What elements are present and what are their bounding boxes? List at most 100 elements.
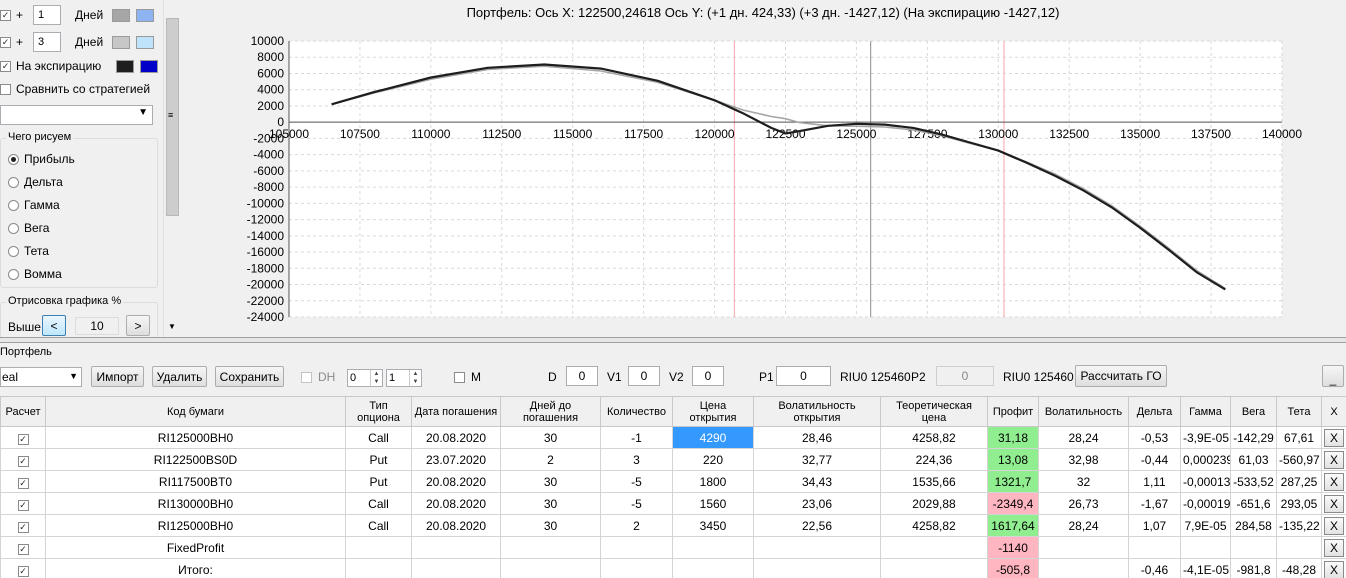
option-type-cell[interactable]: Put xyxy=(345,448,412,471)
table-row[interactable]: ✓ Итого: -505,8 -0,46 -4,1E-05 -981,8 -48,28 X xyxy=(0,558,1346,578)
color-swatch-1[interactable] xyxy=(112,35,131,49)
strategy-select[interactable]: ▼ xyxy=(0,105,153,125)
color-swatch-2[interactable] xyxy=(140,59,159,73)
delta-cell[interactable]: -1,67 xyxy=(1128,492,1181,515)
radio-theta[interactable]: Тета xyxy=(8,241,49,261)
m-checkbox[interactable] xyxy=(454,371,465,383)
open-volatility-cell[interactable]: 22,56 xyxy=(753,514,881,537)
calc-cell[interactable]: ✓ xyxy=(0,558,46,578)
volatility-cell[interactable]: 28,24 xyxy=(1038,514,1129,537)
open-volatility-cell[interactable]: 23,06 xyxy=(753,492,881,515)
security-code-cell[interactable]: RI122500BS0D xyxy=(45,448,346,471)
option-type-cell[interactable]: Call xyxy=(345,514,412,537)
quantity-cell[interactable] xyxy=(600,536,673,559)
calc-cell[interactable]: ✓ xyxy=(0,492,46,515)
column-header[interactable]: Цена открытия xyxy=(672,396,754,427)
calc-checkbox[interactable]: ✓ xyxy=(17,433,29,445)
expiry-date-cell[interactable] xyxy=(411,536,501,559)
profit-cell[interactable]: -2349,4 xyxy=(987,492,1039,515)
calc-checkbox[interactable]: ✓ xyxy=(17,477,29,489)
quantity-cell[interactable]: 2 xyxy=(600,514,673,537)
quantity-cell[interactable] xyxy=(600,558,673,578)
d-input[interactable]: 0 xyxy=(566,366,598,386)
option-type-cell[interactable] xyxy=(345,536,412,559)
plus-1-day-checkbox[interactable]: ✓ xyxy=(0,9,11,21)
table-row[interactable]: ✓ RI117500BT0 Put 20.08.2020 30 -5 1800 34,43 15… xyxy=(0,470,1346,493)
expiry-date-cell[interactable]: 20.08.2020 xyxy=(411,470,501,493)
increase-button[interactable]: > xyxy=(126,315,150,336)
security-code-cell[interactable]: RI117500BT0 xyxy=(45,470,346,493)
calc-checkbox[interactable]: ✓ xyxy=(17,521,29,533)
calc-cell[interactable]: ✓ xyxy=(0,514,46,537)
column-header[interactable]: Волатильность xyxy=(1038,396,1129,427)
splitter[interactable] xyxy=(0,337,1346,343)
gamma-cell[interactable]: -3,9E-05 xyxy=(1180,426,1231,449)
expiration-checkbox[interactable]: ✓ xyxy=(0,60,11,72)
quantity-cell[interactable]: -5 xyxy=(600,492,673,515)
days-to-expiry-cell[interactable]: 30 xyxy=(500,470,601,493)
volatility-cell[interactable]: 26,73 xyxy=(1038,492,1129,515)
calc-go-button[interactable]: Рассчитать ГО xyxy=(1075,365,1167,387)
theta-cell[interactable]: 287,25 xyxy=(1276,470,1322,493)
column-header[interactable]: X xyxy=(1321,396,1346,427)
dh-checkbox[interactable] xyxy=(301,371,312,383)
save-button[interactable]: Сохранить xyxy=(215,366,284,387)
volatility-cell[interactable]: 32,98 xyxy=(1038,448,1129,471)
radio-gamma[interactable]: Гамма xyxy=(8,195,60,215)
plus-3-days-checkbox[interactable]: ✓ xyxy=(0,36,11,48)
calc-checkbox[interactable]: ✓ xyxy=(17,543,29,555)
column-header[interactable]: Волатильность открытия xyxy=(753,396,881,427)
theta-cell[interactable] xyxy=(1276,536,1322,559)
days-input[interactable]: 1 xyxy=(33,5,62,25)
table-row[interactable]: ✓ RI125000BH0 Call 20.08.2020 30 -1 4290 28,46 4… xyxy=(0,426,1346,449)
profit-cell[interactable]: -1140 xyxy=(987,536,1039,559)
vega-cell[interactable]: -981,8 xyxy=(1230,558,1277,578)
expiry-date-cell[interactable] xyxy=(411,558,501,578)
column-header[interactable]: Гамма xyxy=(1180,396,1231,427)
mode-select[interactable]: eal ▼ xyxy=(0,366,82,388)
minimize-button[interactable]: _ xyxy=(1322,365,1344,387)
p2-input[interactable]: 0 xyxy=(936,366,994,386)
theta-cell[interactable]: 67,61 xyxy=(1276,426,1322,449)
table-row[interactable]: ✓ RI130000BH0 Call 20.08.2020 30 -5 1560 23,06 2… xyxy=(0,492,1346,515)
expiry-date-cell[interactable]: 20.08.2020 xyxy=(411,492,501,515)
column-header[interactable]: Код бумаги xyxy=(45,396,346,427)
radio-vomma[interactable]: Вомма xyxy=(8,264,62,284)
v1-input[interactable]: 0 xyxy=(628,366,660,386)
remove-row-button[interactable]: X xyxy=(1324,428,1344,447)
left-panel-scrollbar[interactable]: ≡ ▼ xyxy=(163,0,180,337)
spinner-1[interactable]: 0 ▲ ▼ xyxy=(347,367,383,389)
open-price-cell[interactable]: 220 xyxy=(672,448,754,471)
percent-value[interactable]: 10 xyxy=(75,317,119,335)
vega-cell[interactable]: 61,03 xyxy=(1230,448,1277,471)
open-volatility-cell[interactable] xyxy=(753,536,881,559)
open-price-cell[interactable]: 1560 xyxy=(672,492,754,515)
days-to-expiry-cell[interactable]: 30 xyxy=(500,514,601,537)
remove-row-button[interactable]: X xyxy=(1324,560,1344,578)
remove-row-button[interactable]: X xyxy=(1324,538,1344,557)
calc-checkbox[interactable]: ✓ xyxy=(17,499,29,511)
table-row[interactable]: ✓ RI122500BS0D Put 23.07.2020 2 3 220 32,77 224,… xyxy=(0,448,1346,471)
option-type-cell[interactable]: Call xyxy=(345,426,412,449)
table-row[interactable]: ✓ FixedProfit -1140 X xyxy=(0,536,1346,559)
vega-cell[interactable]: -651,6 xyxy=(1230,492,1277,515)
calc-cell[interactable]: ✓ xyxy=(0,470,46,493)
security-code-cell[interactable]: FixedProfit xyxy=(45,536,346,559)
delta-cell[interactable]: -0,46 xyxy=(1128,558,1181,578)
theoretical-price-cell[interactable] xyxy=(880,558,988,578)
column-header[interactable]: Вега xyxy=(1230,396,1277,427)
calc-checkbox[interactable]: ✓ xyxy=(17,455,29,467)
open-price-cell[interactable]: 3450 xyxy=(672,514,754,537)
payoff-chart[interactable]: Портфель: Ось X: 122500,24618 Ось Y: (+1… xyxy=(180,0,1346,337)
security-code-cell[interactable]: RI125000BH0 xyxy=(45,514,346,537)
delta-cell[interactable] xyxy=(1128,536,1181,559)
vega-cell[interactable]: 284,58 xyxy=(1230,514,1277,537)
spinner-2[interactable]: 1 ▲ ▼ xyxy=(386,367,422,389)
option-type-cell[interactable] xyxy=(345,558,412,578)
calc-cell[interactable]: ✓ xyxy=(0,448,46,471)
gamma-cell[interactable]: -0,00019 xyxy=(1180,492,1231,515)
volatility-cell[interactable] xyxy=(1038,536,1129,559)
quantity-cell[interactable]: -1 xyxy=(600,426,673,449)
spinner-arrows-icon[interactable]: ▲ ▼ xyxy=(370,370,382,386)
vega-cell[interactable]: -142,29 xyxy=(1230,426,1277,449)
